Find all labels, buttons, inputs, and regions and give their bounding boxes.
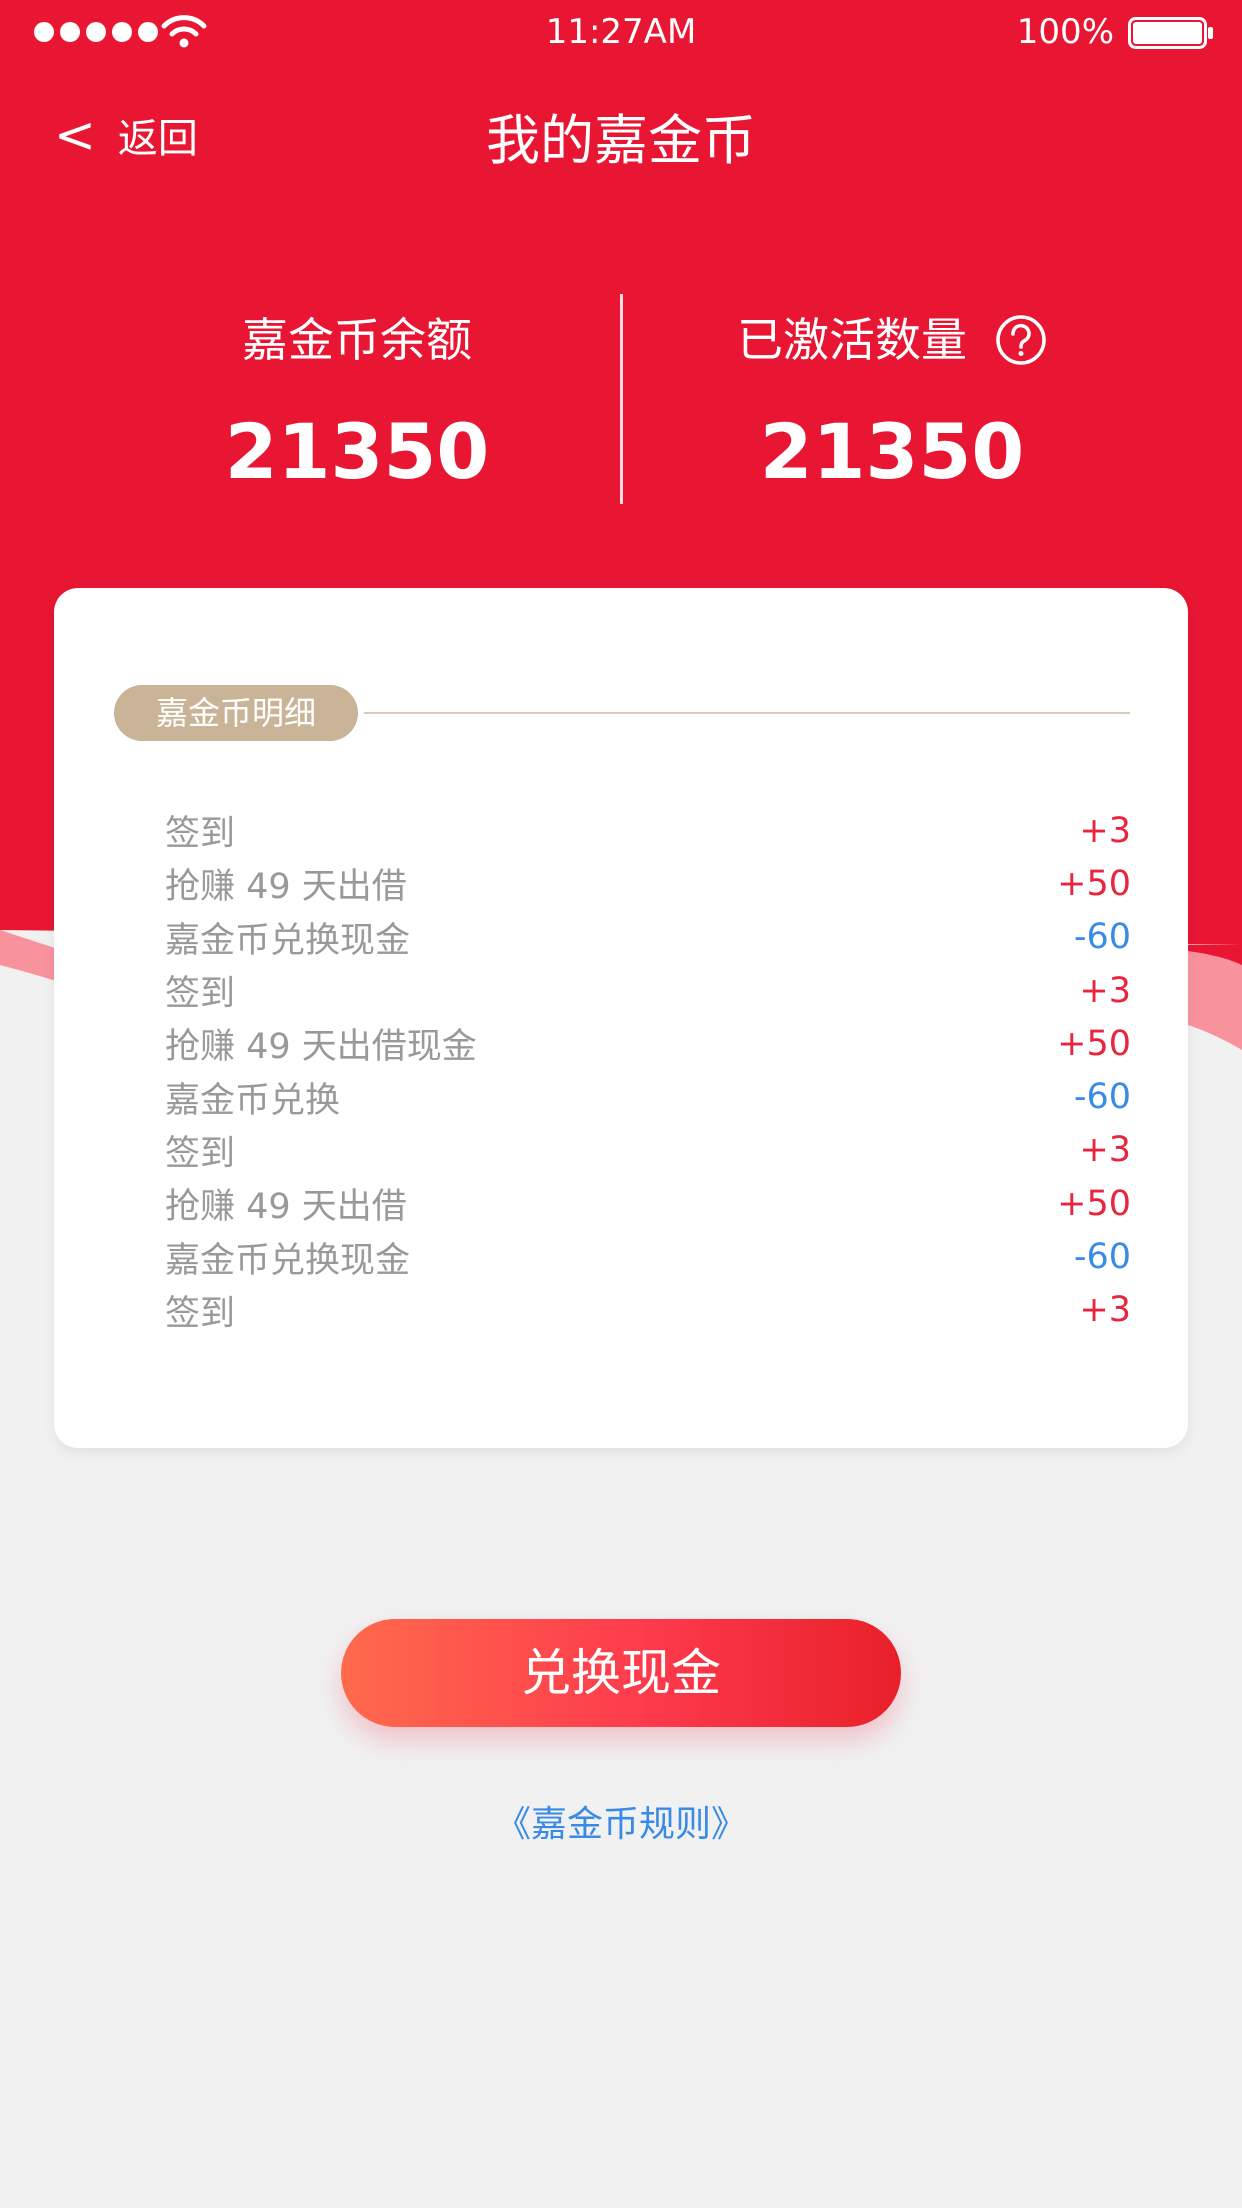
record-amount: -60 — [1073, 1077, 1131, 1118]
record-row: 签到 +3 — [165, 804, 1131, 857]
page-title: 我的嘉金币 — [486, 109, 756, 172]
details-section-title: 嘉金币明细 — [114, 685, 358, 741]
record-row: 签到 +3 — [165, 1284, 1131, 1337]
record-label: 抢赚 49 天出借现金 — [165, 1027, 477, 1068]
status-bar: 11:27AM 100% — [0, 0, 1242, 64]
record-row: 签到 +3 — [165, 1124, 1131, 1177]
record-label: 嘉金币兑换现金 — [165, 920, 411, 961]
activated-stat: 已激活数量 21350 — [622, 300, 1162, 502]
record-label: 签到 — [165, 1133, 236, 1174]
record-label: 签到 — [165, 814, 236, 855]
record-row: 抢赚 49 天出借现金 +50 — [165, 1017, 1131, 1070]
activated-value: 21350 — [759, 407, 1025, 496]
balance-value: 21350 — [224, 407, 490, 496]
record-label: 签到 — [165, 1293, 236, 1334]
record-label: 签到 — [165, 974, 236, 1015]
record-amount: +50 — [1057, 1023, 1131, 1064]
rules-link[interactable]: 《嘉金币规则》 — [0, 1795, 1242, 1847]
record-amount: +3 — [1079, 970, 1131, 1011]
record-row: 签到 +3 — [165, 964, 1131, 1017]
help-icon[interactable] — [995, 314, 1047, 366]
record-amount: -60 — [1073, 1237, 1131, 1278]
exchange-cash-button[interactable]: 兑换现金 — [341, 1619, 901, 1727]
record-amount: +3 — [1079, 1290, 1131, 1331]
record-label: 抢赚 49 天出借 — [165, 867, 407, 908]
record-row: 抢赚 49 天出借 +50 — [165, 1177, 1131, 1230]
record-row: 嘉金币兑换 -60 — [165, 1070, 1131, 1123]
record-amount: +50 — [1057, 1183, 1131, 1224]
balance-label: 嘉金币余额 — [242, 313, 472, 367]
record-list: 签到 +3 抢赚 49 天出借 +50 嘉金币兑换现金 -60 签到 +3 抢赚 49 天出借现… — [165, 804, 1131, 1337]
record-row: 抢赚 49 天出借 +50 — [165, 857, 1131, 910]
section-divider — [364, 712, 1130, 714]
record-row: 嘉金币兑换现金 -60 — [165, 911, 1131, 964]
record-label: 嘉金币兑换 — [165, 1080, 341, 1121]
battery-icon — [1128, 17, 1213, 49]
record-label: 抢赚 49 天出借 — [165, 1187, 407, 1228]
record-amount: +3 — [1079, 1130, 1131, 1171]
record-row: 嘉金币兑换现金 -60 — [165, 1230, 1131, 1283]
record-amount: -60 — [1073, 917, 1131, 958]
activated-label: 已激活数量 — [622, 300, 1162, 380]
details-card: 嘉金币明细 签到 +3 抢赚 49 天出借 +50 嘉金币兑换现金 -60 签到 +3 抢赚 4… — [54, 588, 1188, 1448]
battery-percentage: 100% — [1016, 12, 1114, 52]
balance-stat: 嘉金币余额 21350 — [87, 300, 627, 502]
record-label: 嘉金币兑换现金 — [165, 1240, 411, 1281]
record-amount: +3 — [1079, 810, 1131, 851]
record-amount: +50 — [1057, 863, 1131, 904]
